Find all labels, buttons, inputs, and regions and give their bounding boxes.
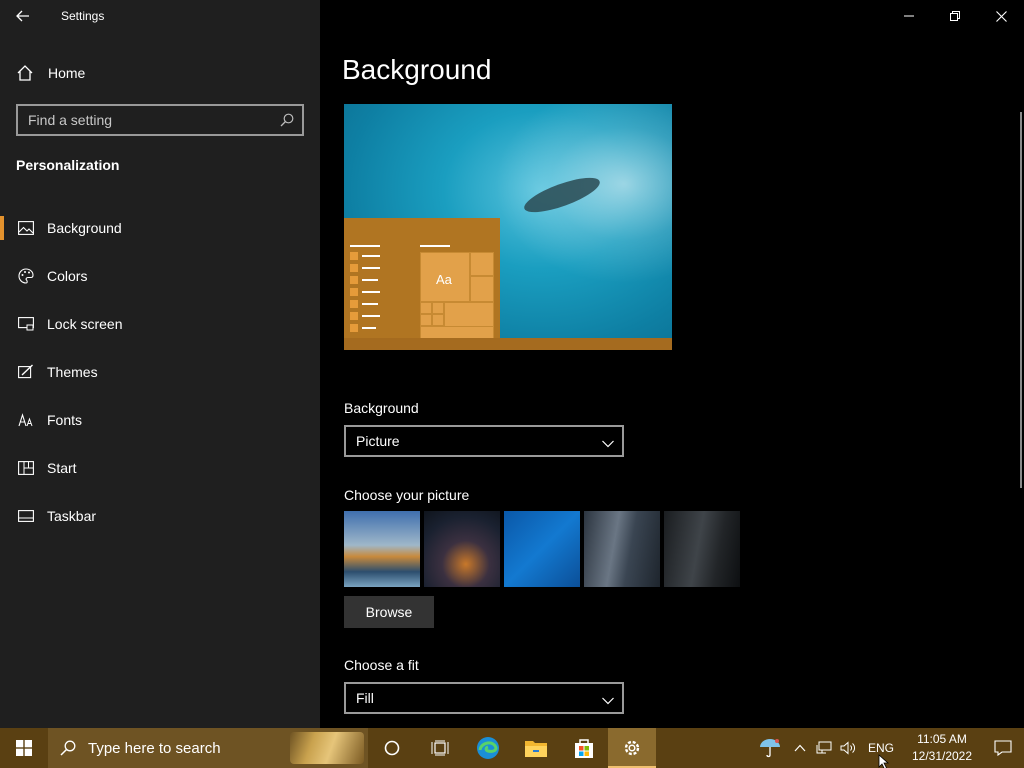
nav-label: Start [47, 460, 77, 476]
back-arrow-icon [16, 10, 29, 22]
taskbar: Type here to search ENG 11:05 AM 12/31/2… [0, 728, 1024, 768]
network-button[interactable] [812, 728, 836, 768]
action-center-button[interactable] [982, 728, 1024, 768]
scrollbar[interactable] [1020, 112, 1022, 488]
preview-start-menu [344, 218, 500, 350]
windows-logo-icon [16, 740, 32, 756]
nav-label: Lock screen [47, 316, 123, 332]
taskbar-search-placeholder: Type here to search [88, 739, 221, 757]
task-view-button[interactable] [416, 728, 464, 768]
picture-thumbnail[interactable] [664, 511, 740, 587]
background-label: Background [344, 400, 419, 416]
settings-button[interactable] [608, 728, 656, 768]
main-content: Background Aa Background Picture Choose … [320, 0, 1024, 728]
themes-icon [17, 363, 35, 381]
picture-thumbnails [344, 511, 740, 587]
search-icon [48, 740, 88, 756]
home-label: Home [48, 65, 86, 81]
mouse-cursor-icon [878, 754, 890, 768]
nav-label: Background [47, 220, 122, 236]
edge-button[interactable] [464, 728, 512, 768]
lock-screen-icon [17, 315, 35, 333]
clock-date: 12/31/2022 [911, 749, 973, 763]
app-title: Settings [61, 9, 105, 23]
search-highlight-art [290, 732, 364, 764]
nav-label: Fonts [47, 412, 83, 428]
nav-item-fonts[interactable]: Fonts [0, 396, 320, 444]
chevron-down-icon [602, 435, 614, 451]
picture-thumbnail[interactable] [344, 511, 420, 587]
clock-time: 11:05 AM [917, 732, 967, 746]
cortana-button[interactable] [368, 728, 416, 768]
browse-button[interactable]: Browse [344, 596, 434, 628]
home-icon [17, 65, 33, 81]
notification-icon [994, 740, 1012, 756]
nav-label: Taskbar [47, 508, 97, 524]
file-explorer-button[interactable] [512, 728, 560, 768]
preview-taskbar [344, 338, 672, 350]
choose-picture-label: Choose your picture [344, 487, 470, 503]
file-explorer-icon [525, 741, 547, 757]
nav-item-start[interactable]: Start [0, 444, 320, 492]
nav-item-background[interactable]: Background [0, 204, 320, 252]
restore-icon [950, 11, 960, 21]
background-preview: Aa [344, 104, 672, 350]
task-view-icon [431, 740, 449, 756]
clock[interactable]: 11:05 AM 12/31/2022 [902, 731, 982, 765]
network-icon [816, 741, 832, 754]
minimize-button[interactable] [886, 0, 932, 32]
umbrella-icon [759, 739, 780, 758]
section-title: Personalization [16, 157, 120, 173]
nav-label: Colors [47, 268, 88, 284]
search-icon[interactable] [272, 113, 302, 127]
start-button[interactable] [0, 728, 48, 768]
edge-icon [477, 737, 499, 759]
choose-fit-label: Choose a fit [344, 657, 419, 673]
nav-item-themes[interactable]: Themes [0, 348, 320, 396]
picture-thumbnail[interactable] [504, 511, 580, 587]
home-link[interactable]: Home [16, 58, 85, 88]
sidebar: Settings Home Personalization Background… [0, 0, 320, 728]
cortana-icon [384, 740, 400, 756]
back-button[interactable] [0, 0, 46, 32]
picture-thumbnail[interactable] [424, 511, 500, 587]
taskbar-icon [17, 507, 35, 525]
preview-sample-text: Aa [436, 272, 452, 287]
nav-item-colors[interactable]: Colors [0, 252, 320, 300]
volume-icon [840, 741, 855, 755]
close-icon [995, 10, 1007, 22]
window-controls [886, 0, 1024, 32]
picture-thumbnail[interactable] [584, 511, 660, 587]
weather-button[interactable] [752, 728, 788, 768]
nav-label: Themes [47, 364, 98, 380]
store-icon [575, 739, 593, 758]
taskbar-search[interactable]: Type here to search [48, 728, 368, 768]
fonts-icon [17, 411, 35, 429]
chevron-up-icon [794, 744, 806, 752]
close-button[interactable] [978, 0, 1024, 32]
nav-list: Background Colors Lock screen Themes Fon… [0, 204, 320, 540]
page-title: Background [342, 54, 492, 85]
show-hidden-icons-button[interactable] [788, 728, 812, 768]
fit-dropdown[interactable]: Fill [344, 682, 624, 714]
background-dropdown[interactable]: Picture [344, 425, 624, 457]
input-language[interactable]: ENG [860, 741, 902, 755]
settings-search-input[interactable] [18, 112, 272, 128]
chevron-down-icon [602, 692, 614, 708]
nav-item-taskbar[interactable]: Taskbar [0, 492, 320, 540]
image-icon [17, 219, 35, 237]
store-button[interactable] [560, 728, 608, 768]
start-icon [17, 459, 35, 477]
restore-button[interactable] [932, 0, 978, 32]
settings-search[interactable] [16, 104, 304, 136]
palette-icon [17, 267, 35, 285]
minimize-icon [904, 15, 914, 17]
background-dropdown-value: Picture [356, 433, 400, 449]
nav-item-lock-screen[interactable]: Lock screen [0, 300, 320, 348]
settings-icon [624, 740, 640, 756]
volume-button[interactable] [836, 728, 860, 768]
title-bar: Settings [0, 0, 320, 32]
fit-dropdown-value: Fill [356, 690, 374, 706]
